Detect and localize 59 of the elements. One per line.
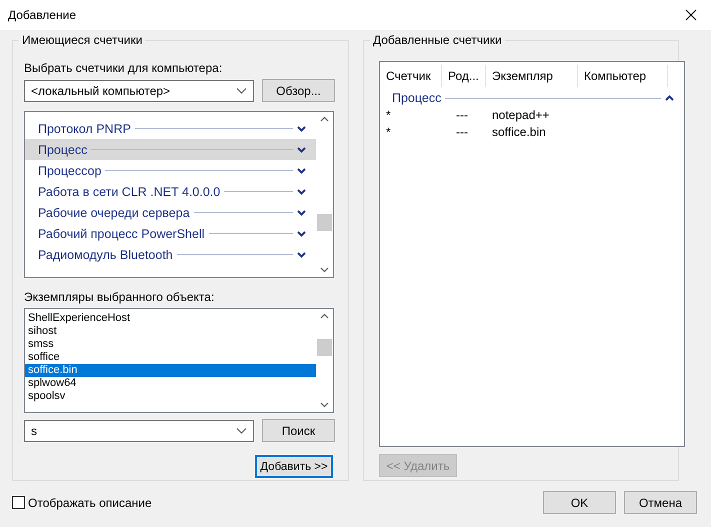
expand-chevron-icon[interactable] [297,252,306,258]
table-cell-text: notepad++ [491,108,550,122]
scroll-up-icon[interactable] [320,116,329,122]
instance-item[interactable]: spoolsv [25,390,316,403]
object-item[interactable]: Протокол PNRP [25,118,316,139]
object-item[interactable]: Процессор [25,160,316,181]
window-title: Добавление [8,8,76,22]
group-header[interactable]: Процесс [380,90,684,106]
table-cell-text: soffice.bin [491,124,547,138]
scroll-down-icon[interactable] [320,402,329,408]
expand-chevron-icon[interactable] [297,230,306,236]
table-cell-text: --- [455,124,469,138]
instance-item[interactable]: splwow64 [25,377,316,390]
object-item[interactable]: Рабочий процесс PowerShell [25,223,316,244]
object-item[interactable]: Процесс [25,139,316,160]
group-title: Имеющиеся счетчики [19,34,146,47]
expand-chevron-icon[interactable] [297,146,306,152]
add-button[interactable]: Добавить >> [255,455,333,478]
instance-list[interactable]: ShellExperienceHost sihost smss soffice soffice.bin splwow64 spoolsv [24,308,334,413]
object-list[interactable]: Протокол PNRP Процесс Процессор Работа в сети CLR .NET 4.0.0.0 Рабочие очереди сервера Рабочий процесс PowerShell Радиомодуль Bluetooth [24,111,334,278]
table-cell-text: * [385,124,392,138]
scroll-thumb[interactable] [317,339,332,356]
computer-dropdown[interactable]: <локальный компьютер> [24,80,254,102]
scroll-down-icon[interactable] [320,267,329,273]
field-label: Экземпляры выбранного объекта: [24,290,216,304]
object-item[interactable]: Работа в сети CLR .NET 4.0.0.0 [25,181,316,202]
instance-item[interactable]: ShellExperienceHost [25,312,316,325]
checkbox[interactable] [12,496,25,509]
dropdown-caret-icon[interactable] [236,88,247,94]
column-header[interactable]: Счетчик [380,65,442,87]
collapse-chevron-icon[interactable] [665,95,674,101]
scroll-up-icon[interactable] [320,313,329,319]
dialog-button[interactable]: OK [543,491,616,514]
expand-chevron-icon[interactable] [297,168,306,174]
instance-item[interactable]: soffice [25,351,316,364]
field-label: Выбрать счетчики для компьютера: [24,61,224,75]
instance-item[interactable]: smss [25,338,316,351]
expand-chevron-icon[interactable] [297,126,306,132]
object-item[interactable]: Рабочие очереди сервера [25,202,316,223]
expand-chevron-icon[interactable] [297,210,306,216]
dialog-button[interactable]: Отмена [624,491,697,514]
column-header[interactable]: Род... [442,65,486,87]
instance-item[interactable]: sihost [25,325,316,338]
column-header[interactable]: Экземпляр [486,65,578,87]
column-header[interactable]: Компьютер [578,65,668,87]
search-dropdown[interactable]: s [24,420,254,442]
scroll-thumb[interactable] [317,214,332,231]
counter-table[interactable]: Счетчик Род... Экземпляр Компьютер Процесс * --- notepad++ * --- soffice.bin [379,61,685,447]
search-button[interactable]: Поиск [262,419,335,442]
close-icon[interactable] [685,9,697,21]
group-title: Добавленные счетчики [370,34,505,47]
dropdown-caret-icon[interactable] [236,428,247,434]
table-cell-text: * [385,108,392,122]
object-item[interactable]: Радиомодуль Bluetooth [25,244,316,265]
table-cell-text: --- [455,108,469,122]
expand-chevron-icon[interactable] [297,188,306,194]
checkbox-label: Отображать описание [28,496,152,510]
browse-button[interactable]: Обзор... [262,79,335,102]
instance-item[interactable]: soffice.bin [25,364,316,377]
